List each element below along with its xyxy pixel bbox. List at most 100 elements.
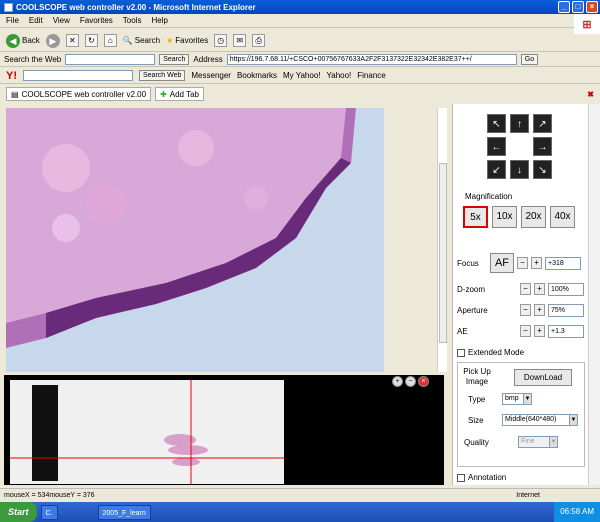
dzoom-value[interactable]: 100% <box>548 282 584 296</box>
type-select[interactable]: bmp ▼ <box>502 393 532 405</box>
menu-item-favorites[interactable]: Favorites <box>80 16 113 25</box>
minimize-button[interactable]: _ <box>558 1 570 13</box>
mail-icon[interactable]: ✉ <box>233 34 247 47</box>
download-button[interactable]: DownLoad <box>514 369 572 386</box>
start-button[interactable]: Start <box>0 502 37 522</box>
search-web-yahoo-button[interactable]: Search Web <box>139 70 186 81</box>
favorites-button[interactable]: ★ Favorites <box>166 36 208 45</box>
taskbar-item-2005[interactable]: 2005_F_learn <box>97 504 151 520</box>
extended-mode-checkbox[interactable] <box>457 348 465 357</box>
arrow-down-right-icon[interactable]: ↘ <box>533 160 552 179</box>
mag-20x-button[interactable]: 20x <box>521 206 546 228</box>
mag-5x-button[interactable]: 5x <box>463 206 488 228</box>
yahoo-search-input[interactable] <box>23 70 133 81</box>
window-title: COOLSCOPE web controller v2.00 - Microso… <box>16 2 256 12</box>
menu-item-edit[interactable]: Edit <box>29 16 43 25</box>
arrow-left-icon[interactable]: ← <box>487 137 506 156</box>
stop-icon[interactable]: ✕ <box>65 34 79 47</box>
dzoom-row: D-zoom − + 100% <box>457 280 585 298</box>
ie-icon <box>4 2 13 12</box>
forward-icon[interactable]: ▶ <box>45 33 60 48</box>
ae-minus-button[interactable]: − <box>520 325 531 337</box>
focus-value[interactable]: +318 <box>545 256 581 270</box>
aperture-plus-button[interactable]: + <box>534 304 545 316</box>
slide-image[interactable] <box>10 380 284 484</box>
aperture-minus-button[interactable]: − <box>520 304 531 316</box>
type-label: Type <box>468 395 486 404</box>
menu-item-view[interactable]: View <box>53 16 70 25</box>
overview-controls: + − × <box>392 376 429 387</box>
slide-thumbnail <box>10 380 284 484</box>
arrow-down-left-icon[interactable]: ↙ <box>487 160 506 179</box>
history-icon[interactable]: ◷ <box>214 34 228 47</box>
tab-coolscope[interactable]: ▤ COOLSCOPE web controller v2.00 <box>6 87 152 101</box>
microscope-view[interactable] <box>6 108 384 372</box>
dzoom-minus-button[interactable]: − <box>520 283 531 295</box>
magnification-buttons: 5x 10x 20x 40x <box>463 206 575 228</box>
ae-value[interactable]: +1.3 <box>548 324 584 338</box>
go-button[interactable]: Go <box>520 54 539 65</box>
pickup-group: Pick Up Image DownLoad Type bmp ▼ Size Mi… <box>457 362 585 467</box>
focus-plus-button[interactable]: + <box>531 257 542 269</box>
title-bar: COOLSCOPE web controller v2.00 - Microso… <box>0 0 600 14</box>
menu-item-file[interactable]: File <box>6 16 19 25</box>
address-label: Address <box>193 55 223 64</box>
home-icon[interactable]: ⌂ <box>103 34 117 47</box>
stage-arrows: ↖ ↑ ↗ ← → ↙ ↓ ↘ <box>487 114 552 179</box>
pickup-label: Pick Up Image <box>463 367 491 386</box>
status-text: mouseX = 534mouseY = 376 <box>4 492 95 499</box>
yahoo-link[interactable]: Yahoo! <box>327 71 352 80</box>
zoom-out-icon[interactable]: − <box>405 376 416 387</box>
arrow-down-icon[interactable]: ↓ <box>510 160 529 179</box>
scroll-thumb[interactable] <box>439 163 447 343</box>
system-clock: 06:58 AM <box>554 502 600 522</box>
search-icon: 🔍 <box>122 36 133 45</box>
taskbar-item-c[interactable]: C. <box>40 504 58 520</box>
status-bar: mouseX = 534mouseY = 376 Internet <box>0 488 600 502</box>
close-tab-icon[interactable]: ✖ <box>587 90 594 99</box>
dzoom-plus-button[interactable]: + <box>534 283 545 295</box>
add-tab-button[interactable]: ✚ Add Tab <box>155 87 204 101</box>
maximize-button[interactable]: □ <box>572 1 584 13</box>
messenger-link[interactable]: Messenger <box>191 71 231 80</box>
search-web-input[interactable] <box>65 54 156 65</box>
menu-item-help[interactable]: Help <box>151 16 167 25</box>
slide-overview[interactable] <box>4 375 444 485</box>
address-input[interactable]: https://196.7.68.11/+CSCO+00756767633A2F… <box>226 54 517 65</box>
dzoom-label: D-zoom <box>457 284 486 294</box>
tissue-image <box>6 108 384 372</box>
plus-icon: ✚ <box>160 89 167 99</box>
annotation-checkbox[interactable] <box>457 473 465 482</box>
my-yahoo-link[interactable]: My Yahoo! <box>283 71 321 80</box>
arrow-up-right-icon[interactable]: ↗ <box>533 114 552 133</box>
ae-label: AE <box>457 326 468 336</box>
mag-10x-button[interactable]: 10x <box>492 206 517 228</box>
back-button[interactable]: ◀ Back <box>6 33 40 48</box>
finance-link[interactable]: Finance <box>357 71 385 80</box>
extended-mode-label: Extended Mode <box>468 348 525 357</box>
search-web-button[interactable]: Search <box>159 54 190 65</box>
print-icon[interactable]: ⎙ <box>252 34 266 47</box>
yahoo-logo-icon[interactable]: Y! <box>6 70 17 82</box>
focus-minus-button[interactable]: − <box>517 257 528 269</box>
arrow-up-icon[interactable]: ↑ <box>510 114 529 133</box>
search-button[interactable]: 🔍 Search <box>123 36 160 45</box>
menu-item-tools[interactable]: Tools <box>123 16 142 25</box>
bookmarks-link[interactable]: Bookmarks <box>237 71 277 80</box>
close-button[interactable]: × <box>586 1 598 13</box>
size-select[interactable]: Middle(640*480) ▼ <box>502 414 578 426</box>
aperture-value[interactable]: 75% <box>548 303 584 317</box>
arrow-right-icon[interactable]: → <box>533 137 552 156</box>
ae-plus-button[interactable]: + <box>534 325 545 337</box>
page-icon: ▤ <box>11 89 19 99</box>
close-overview-icon[interactable]: × <box>418 376 429 387</box>
dropdown-arrow-icon: ▼ <box>549 437 557 447</box>
mag-40x-button[interactable]: 40x <box>550 206 575 228</box>
autofocus-button[interactable]: AF <box>490 253 514 273</box>
refresh-icon[interactable]: ↻ <box>84 34 98 47</box>
search-web-label: Search the Web <box>4 55 62 64</box>
arrow-up-left-icon[interactable]: ↖ <box>487 114 506 133</box>
page-scrollbar[interactable] <box>588 104 600 485</box>
viewer-scrollbar[interactable] <box>437 108 447 372</box>
zoom-in-icon[interactable]: + <box>392 376 403 387</box>
